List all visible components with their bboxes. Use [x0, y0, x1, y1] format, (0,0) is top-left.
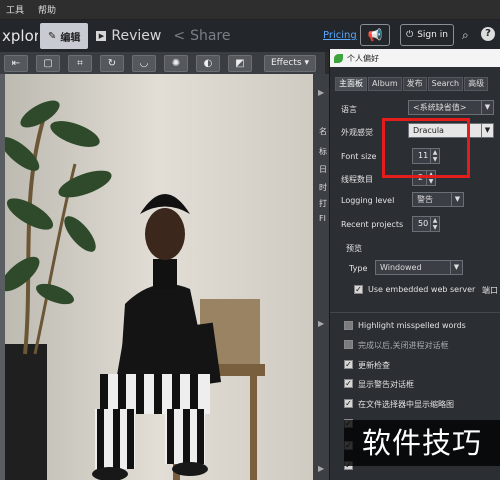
strip-label-5: 打 [319, 199, 327, 208]
preview-group-label: 预览 [346, 244, 362, 253]
logging-label: Logging level [341, 196, 395, 205]
thumbnails-label: 在文件选择器中显示缩略图 [358, 400, 454, 409]
section-divider [330, 312, 500, 313]
announcement-button[interactable]: 📢 [360, 24, 390, 46]
menu-tools[interactable]: 工具 [6, 3, 24, 16]
chevron-down-icon: ▼ [451, 193, 463, 206]
effects-button[interactable]: Effects ▾ [264, 54, 316, 72]
port-label: 端口 [482, 286, 498, 295]
logging-value: 警告 [417, 195, 433, 204]
warning-dialog-label: 显示警告对话框 [358, 380, 414, 389]
adjust-tool-icon[interactable]: ✺ [164, 54, 188, 72]
tab-review-label: Review [111, 28, 162, 44]
photo-image [5, 74, 313, 480]
rotate-tool-icon[interactable]: ↻ [100, 54, 124, 72]
crop-tool-icon[interactable]: ⌗ [68, 54, 92, 72]
recent-projects-label: Recent projects [341, 220, 404, 229]
annotation-highlight-box [382, 118, 470, 178]
contrast-tool-icon[interactable]: ◐ [196, 54, 220, 72]
update-check-label: 更新检查 [358, 361, 390, 370]
tab-search[interactable]: Search [427, 77, 464, 91]
tab-explore[interactable]: xplore [0, 27, 38, 45]
dialog-title: 个人偏好 [347, 53, 379, 63]
app-leaf-icon [334, 53, 343, 63]
effects-label: Effects [271, 57, 302, 68]
chevron-down-icon: ▼ [450, 261, 462, 274]
page-tool-icon[interactable]: ▢ [36, 54, 60, 72]
import-tool-icon[interactable]: ⇤ [4, 54, 28, 72]
tab-main-panel[interactable]: 主面板 [335, 77, 367, 91]
language-value: <系统缺省值> [413, 103, 467, 112]
watermark-text: 软件技巧 [344, 420, 500, 466]
edit-tool-row: ⇤ ▢ ⌗ ↻ ◡ ✺ ◐ ◩ Effects ▾ [0, 52, 325, 74]
spellcheck-checkbox[interactable] [344, 321, 353, 330]
strip-label-1: 名 [319, 127, 327, 136]
chevron-right-icon[interactable]: ▶ [318, 88, 324, 97]
menu-bar: 工具 帮助 [0, 0, 500, 20]
pricing-link[interactable]: Pricing [323, 30, 357, 41]
signin-label: Sign in [417, 30, 448, 40]
close-progress-checkbox[interactable] [344, 340, 353, 349]
signin-icon: ⏻ [406, 30, 414, 40]
chevron-down-icon: ▼ [481, 124, 493, 137]
tab-review[interactable]: ▶ Review [96, 28, 161, 44]
dialog-tabs: 主面板 Album 发布 Search 高级 [335, 77, 489, 91]
signin-button[interactable]: ⏻ Sign in [400, 24, 454, 46]
pencil-icon: ✎ [48, 30, 57, 42]
dialog-titlebar[interactable]: 个人偏好 [330, 49, 500, 67]
language-label: 语言 [341, 105, 357, 114]
preferences-dialog: 个人偏好 主面板 Album 发布 Search 高级 语言 <系统缺省值> ▼… [329, 49, 500, 480]
logging-select[interactable]: 警告 ▼ [412, 192, 464, 207]
recent-projects-value: 50 [418, 219, 429, 228]
search-icon[interactable]: ⌕ [462, 28, 469, 43]
tab-edit[interactable]: ✎ 编辑 [40, 23, 89, 49]
close-progress-label: 完成以后,关闭进程对话框 [358, 341, 449, 350]
spellcheck-label: Highlight misspelled words [358, 321, 466, 330]
type-label: Type [349, 264, 368, 273]
redeye-tool-icon[interactable]: ◡ [132, 54, 156, 72]
strip-label-2: 标 [319, 147, 327, 156]
strip-label-4: 时 [319, 183, 327, 192]
play-icon: ▶ [96, 31, 107, 41]
strip-label-3: 日 [319, 165, 327, 174]
strip-label-6: Fl [319, 214, 326, 223]
preview-type-select[interactable]: Windowed ▼ [375, 260, 463, 275]
threads-label: 线程数目 [341, 175, 373, 184]
embedded-server-label: Use embedded web server [368, 285, 476, 294]
tab-advanced[interactable]: 高级 [464, 77, 489, 91]
recent-projects-spinner[interactable]: 50 ▲ ▼ [412, 216, 440, 232]
main-toolbar: xplore ✎ 编辑 ▶ Review < Share Pricing 📢 ⏻… [0, 20, 500, 52]
tab-edit-label: 编辑 [60, 32, 81, 44]
menu-help[interactable]: 帮助 [38, 3, 56, 16]
tab-share[interactable]: < Share [173, 28, 230, 44]
font-size-label: Font size [341, 152, 377, 161]
tab-share-label: Share [190, 28, 231, 44]
chevron-right-icon[interactable]: ▶ [318, 319, 324, 328]
share-icon: < [173, 28, 186, 44]
appearance-label: 外观感觉 [341, 128, 373, 137]
language-select[interactable]: <系统缺省值> ▼ [408, 100, 494, 115]
help-icon[interactable]: ? [481, 27, 495, 41]
photo-canvas [5, 74, 313, 480]
embedded-server-checkbox[interactable]: ✓ [354, 285, 363, 294]
tab-album[interactable]: Album [368, 77, 402, 91]
update-check-checkbox[interactable]: ✓ [344, 360, 353, 369]
spinner-arrows-icon[interactable]: ▲ ▼ [430, 217, 439, 231]
tab-publish[interactable]: 发布 [402, 77, 427, 91]
chevron-down-icon: ▼ [481, 101, 493, 114]
preview-type-value: Windowed [380, 263, 422, 272]
warning-dialog-checkbox[interactable]: ✓ [344, 379, 353, 388]
megaphone-icon: 📢 [367, 28, 383, 42]
thumbnails-checkbox[interactable]: ✓ [344, 399, 353, 408]
levels-tool-icon[interactable]: ◩ [228, 54, 252, 72]
chevron-right-icon[interactable]: ▶ [318, 464, 324, 473]
